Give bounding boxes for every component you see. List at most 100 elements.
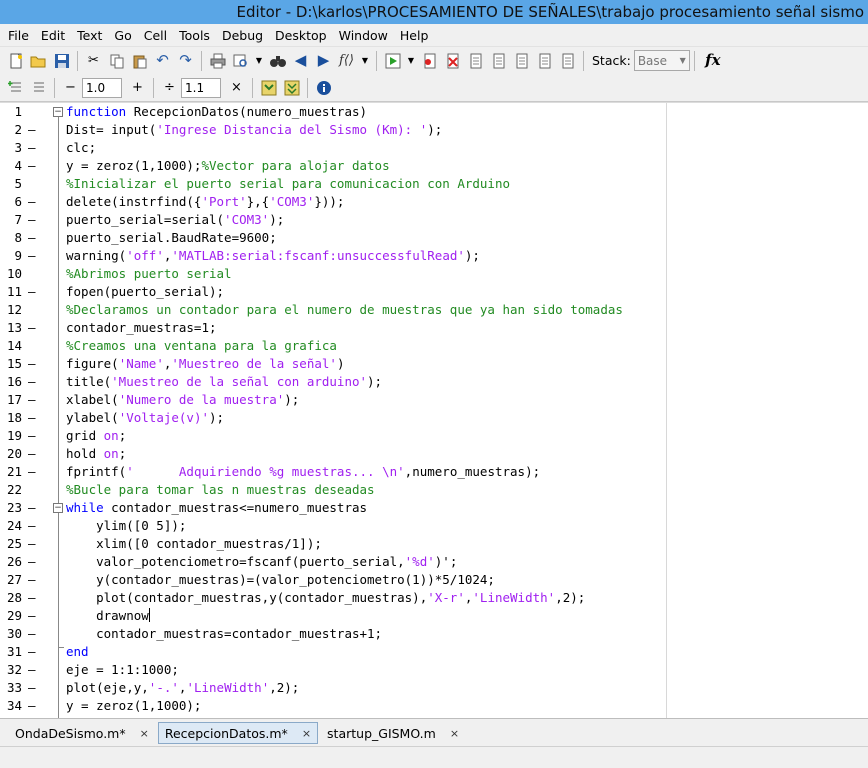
code-line[interactable]: 27– y(contador_muestras)=(valor_potencio… — [0, 571, 868, 589]
code-line[interactable]: 16– title('Muestreo de la señal con ardui… — [0, 373, 868, 391]
executable-line-marker[interactable]: – — [28, 697, 38, 715]
code-line[interactable]: 8– puerto_serial.BaudRate=9600; — [0, 229, 868, 247]
executable-line-marker[interactable]: – — [28, 643, 38, 661]
print-icon[interactable] — [208, 51, 227, 70]
fx-icon[interactable]: fx — [701, 51, 725, 70]
menu-file[interactable]: File — [2, 28, 35, 43]
executable-line-marker[interactable]: – — [28, 157, 38, 175]
decrement-button[interactable]: − — [61, 78, 80, 97]
executable-line-marker[interactable]: – — [28, 499, 38, 517]
function-browser-icon[interactable]: f⟨⟩ — [337, 51, 356, 70]
code-line[interactable]: 19– grid on; — [0, 427, 868, 445]
executable-line-marker[interactable]: – — [28, 589, 38, 607]
editor-tab[interactable]: RecepcionDatos.m* × — [157, 722, 319, 744]
code-line[interactable]: 31– end — [0, 643, 868, 661]
increment-button[interactable]: + — [128, 78, 147, 97]
executable-line-marker[interactable]: – — [28, 373, 38, 391]
step-in-icon[interactable] — [489, 51, 508, 70]
cell-step-input-2[interactable]: 1.1 — [181, 77, 221, 98]
code-line[interactable]: 22 %Bucle para tomar las n muestras desea… — [0, 481, 868, 499]
code-line[interactable]: 20– hold on; — [0, 445, 868, 463]
cell-step-input-1[interactable]: 1.0 — [82, 77, 122, 98]
menu-help[interactable]: Help — [394, 28, 435, 43]
code-line[interactable]: 26– valor_potenciometro=fscanf(puerto_se… — [0, 553, 868, 571]
insert-cell-icon[interactable] — [6, 78, 25, 97]
find-files-icon[interactable] — [231, 51, 250, 70]
executable-line-marker[interactable]: – — [28, 571, 38, 589]
menu-window[interactable]: Window — [333, 28, 394, 43]
code-line[interactable]: 25– xlim([0 contador_muestras/1]); — [0, 535, 868, 553]
dropdown-arrow-icon[interactable]: ▼ — [406, 51, 416, 70]
menu-desktop[interactable]: Desktop — [269, 28, 333, 43]
menu-debug[interactable]: Debug — [216, 28, 269, 43]
close-icon[interactable]: × — [450, 727, 459, 740]
new-file-icon[interactable] — [6, 51, 25, 70]
open-folder-icon[interactable] — [29, 51, 48, 70]
code-line[interactable]: 21– fprintf(' Adquiriendo %g muestras... … — [0, 463, 868, 481]
menu-go[interactable]: Go — [108, 28, 137, 43]
undo-icon[interactable]: ↶ — [153, 51, 172, 70]
executable-line-marker[interactable]: – — [28, 211, 38, 229]
find-icon[interactable] — [268, 51, 287, 70]
evaluate-cell-icon[interactable] — [259, 78, 278, 97]
code-line[interactable]: 2– Dist= input('Ingrese Distancia del Sis… — [0, 121, 868, 139]
evaluate-advance-icon[interactable] — [282, 78, 301, 97]
step-out-icon[interactable] — [512, 51, 531, 70]
close-icon[interactable]: × — [302, 727, 311, 740]
exit-debug-icon[interactable] — [558, 51, 577, 70]
code-line[interactable]: 7– puerto_serial=serial('COM3'); — [0, 211, 868, 229]
stack-select[interactable]: Base ▼ — [633, 50, 690, 71]
code-line[interactable]: 3– clc; — [0, 139, 868, 157]
dropdown-arrow-icon[interactable]: ▼ — [254, 51, 264, 70]
executable-line-marker[interactable]: – — [28, 229, 38, 247]
cut-icon[interactable]: ✂ — [84, 51, 103, 70]
executable-line-marker[interactable]: – — [28, 319, 38, 337]
executable-line-marker[interactable]: – — [28, 445, 38, 463]
code-line[interactable]: 14 %Creamos una ventana para la grafica — [0, 337, 868, 355]
clear-breakpoints-icon[interactable] — [443, 51, 462, 70]
executable-line-marker[interactable]: – — [28, 517, 38, 535]
step-icon[interactable] — [466, 51, 485, 70]
code-line[interactable]: 5 %Inicializar el puerto serial para comu… — [0, 175, 868, 193]
executable-line-marker[interactable]: – — [28, 553, 38, 571]
code-line[interactable]: 1 function RecepcionDatos(numero_muestras… — [0, 103, 868, 121]
executable-line-marker[interactable]: – — [28, 391, 38, 409]
editor-tab[interactable]: OndaDeSismo.m* × — [8, 722, 156, 744]
run-icon[interactable] — [383, 51, 402, 70]
code-line[interactable]: 29– drawnow — [0, 607, 868, 625]
executable-line-marker[interactable]: – — [28, 625, 38, 643]
redo-icon[interactable]: ↷ — [176, 51, 195, 70]
code-line[interactable]: 33– plot(eje,y,'-.','LineWidth',2); — [0, 679, 868, 697]
executable-line-marker[interactable]: – — [28, 427, 38, 445]
code-line[interactable]: 11– fopen(puerto_serial); — [0, 283, 868, 301]
back-arrow-icon[interactable]: ◀ — [291, 51, 310, 70]
code-line[interactable]: 4– y = zeroz(1,1000);%Vector para alojar … — [0, 157, 868, 175]
executable-line-marker[interactable]: – — [28, 409, 38, 427]
forward-arrow-icon[interactable]: ▶ — [314, 51, 333, 70]
paste-icon[interactable] — [130, 51, 149, 70]
executable-line-marker[interactable]: – — [28, 661, 38, 679]
code-line[interactable]: 24– ylim([0 5]); — [0, 517, 868, 535]
cell-icon[interactable] — [29, 78, 48, 97]
divide-button[interactable]: ÷ — [160, 78, 179, 97]
code-line[interactable]: 15– figure('Name','Muestreo de la señal') — [0, 355, 868, 373]
code-line[interactable]: 17– xlabel('Numero de la muestra'); — [0, 391, 868, 409]
code-editor[interactable]: − − 1 function RecepcionDatos(numero_mues… — [0, 102, 868, 718]
code-line[interactable]: 30– contador_muestras=contador_muestras+… — [0, 625, 868, 643]
code-line[interactable]: 23– while contador_muestras<=numero_muest… — [0, 499, 868, 517]
code-line[interactable]: 10 %Abrimos puerto serial — [0, 265, 868, 283]
copy-icon[interactable] — [107, 51, 126, 70]
code-line[interactable]: 6– delete(instrfind({'Port'},{'COM3'})); — [0, 193, 868, 211]
executable-line-marker[interactable]: – — [28, 247, 38, 265]
set-breakpoint-icon[interactable] — [420, 51, 439, 70]
menu-edit[interactable]: Edit — [35, 28, 71, 43]
executable-line-marker[interactable]: – — [28, 679, 38, 697]
code-line[interactable]: 9– warning('off','MATLAB:serial:fscanf:un… — [0, 247, 868, 265]
executable-line-marker[interactable]: – — [28, 463, 38, 481]
code-line[interactable]: 13– contador_muestras=1; — [0, 319, 868, 337]
editor-tab[interactable]: startup_GISMO.m × — [320, 722, 466, 744]
code-line[interactable]: 18– ylabel('Voltaje(v)'); — [0, 409, 868, 427]
code-line[interactable]: 28– plot(contador_muestras,y(contador_mu… — [0, 589, 868, 607]
code-line[interactable]: 34– y = zeroz(1,1000); — [0, 697, 868, 715]
executable-line-marker[interactable]: – — [28, 193, 38, 211]
